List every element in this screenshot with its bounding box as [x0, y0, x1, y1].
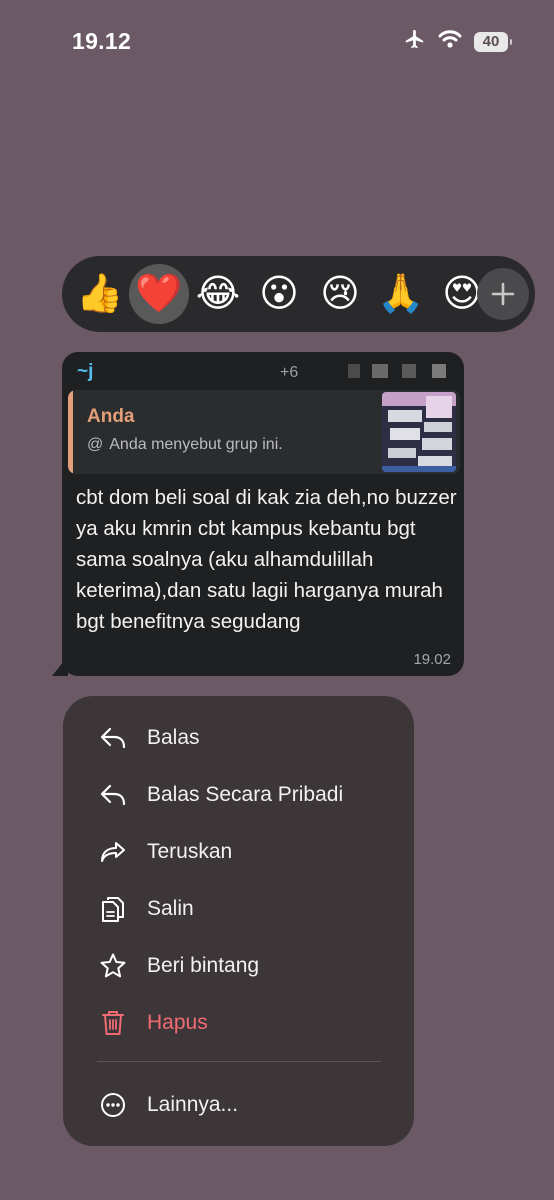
at-icon: @ [87, 436, 104, 453]
menu-item-copy[interactable]: Salin [63, 883, 414, 935]
menu-label: Lainnya... [147, 1093, 239, 1116]
add-reaction-button[interactable] [477, 268, 529, 320]
reply-private-icon [98, 780, 128, 810]
status-time: 19.12 [72, 28, 132, 54]
sender-name[interactable]: ~j [77, 361, 93, 383]
quote-thumbnail [382, 392, 456, 472]
sender-phone: +6 [280, 364, 299, 381]
quote-text: Anda menyebut grup ini. [109, 436, 283, 453]
quote-text-row: @ Anda menyebut grup ini. [87, 436, 283, 454]
redacted-block [432, 364, 446, 378]
status-bar: 19.12 40 [0, 0, 554, 80]
menu-item-more[interactable]: Lainnya... [63, 1079, 414, 1131]
reaction-folded-hands[interactable]: 🙏 [371, 264, 431, 324]
menu-item-reply-private[interactable]: Balas Secara Pribadi [63, 769, 414, 821]
quote-accent-bar [68, 390, 73, 474]
menu-divider [97, 1061, 381, 1062]
copy-icon [98, 894, 128, 924]
message-time: 19.02 [413, 651, 451, 668]
message-bubble[interactable]: ~j +6 Anda @ Anda menyebut grup ini. cbt… [62, 352, 464, 676]
more-icon [98, 1090, 128, 1120]
redacted-block [402, 364, 416, 378]
plus-icon [491, 282, 515, 306]
menu-label: Beri bintang [147, 954, 260, 977]
menu-item-star[interactable]: Beri bintang [63, 940, 414, 992]
reaction-heart[interactable]: ❤️ [129, 264, 189, 324]
menu-item-reply[interactable]: Balas [63, 712, 414, 764]
reaction-thumbs-up[interactable]: 👍 [70, 264, 130, 324]
status-icons: 40 [402, 28, 512, 55]
menu-label: Teruskan [147, 840, 233, 863]
menu-label: Balas Secara Pribadi [147, 783, 344, 806]
trash-icon [98, 1008, 128, 1038]
airplane-icon [402, 28, 426, 55]
wifi-icon [438, 29, 462, 54]
context-menu: Balas Balas Secara Pribadi Teruskan Sali… [63, 696, 414, 1146]
message-text: cbt dom beli soal di kak zia deh,no buzz… [76, 486, 457, 633]
battery-indicator: 40 [474, 31, 512, 52]
redacted-block [348, 364, 360, 378]
redacted-block [372, 364, 388, 378]
reaction-surprised[interactable]: 😮 [249, 264, 309, 324]
reaction-crying[interactable]: 😢 [310, 264, 370, 324]
quoted-message[interactable]: Anda @ Anda menyebut grup ini. [68, 390, 460, 474]
reaction-bar: 👍 ❤️ 😂 😮 😢 🙏 😍 [62, 256, 535, 332]
menu-label: Balas [147, 726, 200, 749]
menu-label: Hapus [147, 1011, 208, 1034]
menu-item-delete[interactable]: Hapus [63, 997, 414, 1049]
reaction-tears-of-joy[interactable]: 😂 [188, 264, 248, 324]
reply-icon [98, 723, 128, 753]
star-icon [98, 951, 128, 981]
quote-author: Anda [87, 406, 135, 427]
menu-label: Salin [147, 897, 194, 920]
menu-item-forward[interactable]: Teruskan [63, 826, 414, 878]
forward-icon [98, 837, 128, 867]
